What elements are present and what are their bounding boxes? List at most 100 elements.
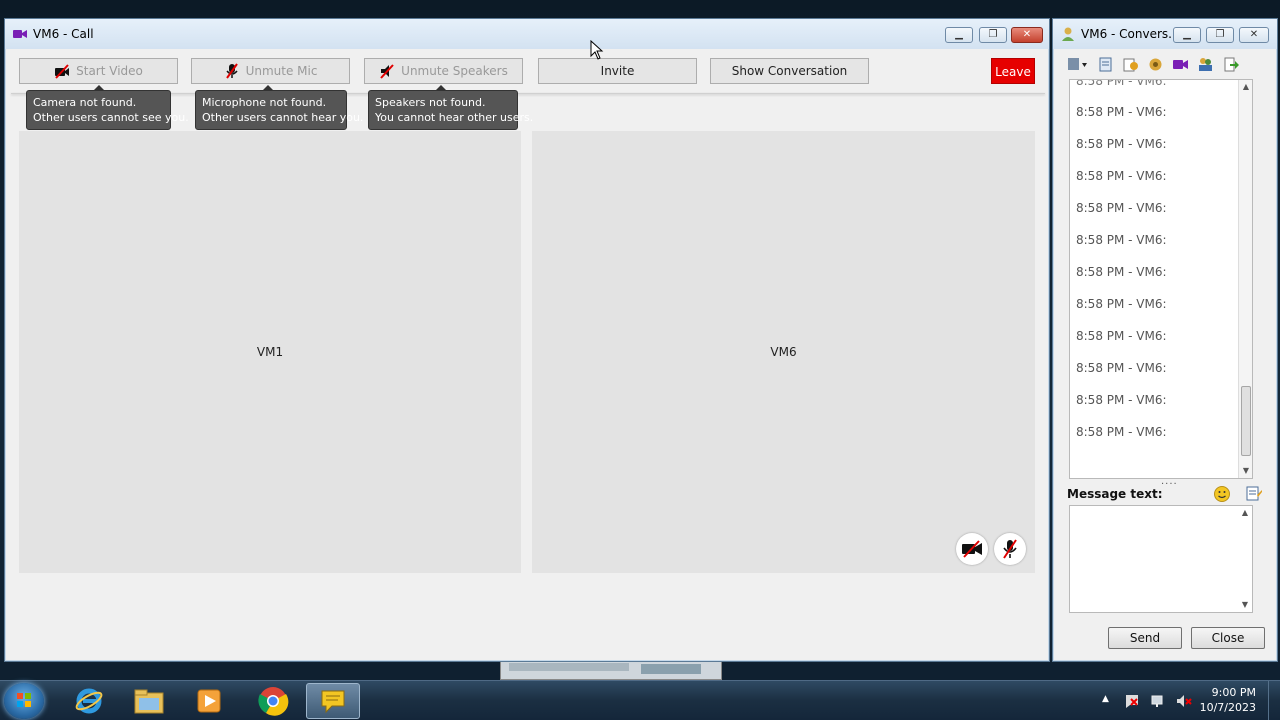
participant-pane-vm6[interactable]: VM6 [532,131,1035,573]
call-window-title: VM6 - Call [33,27,94,41]
speakers-not-found-tooltip: Speakers not found. You cannot hear othe… [368,85,534,130]
conversation-titlebar[interactable]: VM6 - Convers... ▁ ❐ ✕ [1053,19,1277,49]
background-window-controls [641,664,701,674]
close-button[interactable]: Close [1191,627,1265,649]
camera-off-icon [55,64,70,79]
tooltip-line: You cannot hear other users. [375,111,534,124]
clock-time: 9:00 PM [1211,686,1256,699]
history-row: 8:58 PM - VM6: [1076,361,1167,375]
action-center-icon[interactable] [1124,693,1140,709]
minimize-button[interactable]: ▁ [1173,27,1201,43]
add-users-icon[interactable] [1197,56,1214,73]
call-titlebar[interactable]: VM6 - Call ▁ ❐ ✕ [5,19,1049,49]
history-scrollbar[interactable]: ▲ ▼ [1238,80,1252,478]
scroll-up-arrow[interactable]: ▲ [1239,80,1252,94]
smiley-icon[interactable] [1213,485,1231,503]
history-row: 8:58 PM - VM6: [1076,169,1167,183]
camera-off-icon [962,540,982,558]
mic-off-indicator [994,533,1026,565]
scroll-up-arrow[interactable]: ▲ [1238,506,1252,520]
message-history[interactable]: 8:58 PM - VM6: 8:58 PM - VM6: 8:58 PM - … [1069,79,1253,479]
history-row: 8:58 PM - VM6: [1076,265,1167,279]
call-client-area: Start Video Unmute Mic Unmute Speakers I… [11,49,1045,657]
history-row: 8:58 PM - VM6: [1076,105,1167,119]
mic-off-icon [225,63,238,79]
participant-pane-vm1[interactable]: VM1 [19,131,521,573]
invite-button[interactable]: Invite [538,58,697,84]
participant-name: VM6 [770,345,797,359]
show-hidden-icons-arrow[interactable]: ▲ [1102,694,1118,710]
close-window-button[interactable]: ✕ [1011,27,1043,43]
system-tray: ▲ 9:00 PM 10/7/2023 [1080,681,1280,720]
video-call-icon[interactable] [1172,56,1189,73]
conversation-toolbar [1065,53,1239,75]
start-video-button[interactable]: Start Video [19,58,178,84]
clock-date: 10/7/2023 [1199,701,1256,714]
tooltip-line: Camera not found. [33,96,137,109]
start-video-label: Start Video [76,64,143,78]
speaker-off-icon [380,64,394,79]
chat-bubble-icon [321,690,345,714]
message-input[interactable]: ▲ ▼ [1069,505,1253,613]
background-window[interactable] [500,660,722,680]
scroll-down-arrow[interactable]: ▼ [1239,464,1252,478]
message-input-scrollbar[interactable]: ▲ ▼ [1238,506,1252,612]
history-row: 8:58 PM - VM6: [1076,297,1167,311]
exit-icon[interactable] [1222,56,1239,73]
show-conversation-button[interactable]: Show Conversation [710,58,869,84]
folder-icon [134,689,164,714]
history-row-partial: 8:58 PM - VM6: [1076,79,1167,88]
history-row: 8:58 PM - VM6: [1076,425,1167,439]
participant-name: VM1 [256,345,284,359]
unmute-speakers-button[interactable]: Unmute Speakers [364,58,523,84]
mouse-cursor-icon [590,40,604,60]
video-camera-icon [13,30,27,38]
mic-off-icon [1003,539,1017,559]
restore-button[interactable]: ❐ [1206,27,1234,43]
tooltip-line: Speakers not found. [375,96,486,109]
scroll-thumb[interactable] [1241,386,1251,456]
leave-button[interactable]: Leave [991,58,1035,84]
unmute-mic-label: Unmute Mic [245,64,318,78]
conversation-window: VM6 - Convers... ▁ ❐ ✕ 8:58 PM - VM6: 8:… [1052,18,1278,662]
splitter-grip[interactable]: ···· [1161,479,1178,490]
message-options-icon[interactable] [1245,485,1263,503]
video-off-indicator [956,533,988,565]
history-row: 8:58 PM - VM6: [1076,233,1167,247]
taskbar: ▲ 9:00 PM 10/7/2023 [0,680,1280,720]
network-icon[interactable] [1150,693,1166,709]
scroll-down-arrow[interactable]: ▼ [1238,598,1252,612]
restore-button[interactable]: ❐ [979,27,1007,43]
font-settings-icon[interactable] [1065,56,1089,73]
mic-not-found-tooltip: Microphone not found. Other users cannot… [195,85,364,130]
taskbar-media-player[interactable] [182,683,236,719]
background-window-titlebar [509,663,629,671]
show-desktop-button[interactable] [1268,681,1280,720]
history-row: 8:58 PM - VM6: [1076,201,1167,215]
chrome-icon [258,687,289,716]
unmute-mic-button[interactable]: Unmute Mic [191,58,350,84]
system-clock[interactable]: 9:00 PM 10/7/2023 [1186,685,1256,715]
internet-explorer-icon [75,688,103,714]
camera-not-found-tooltip: Camera not found. Other users cannot see… [26,85,189,130]
tooltip-line: Microphone not found. [202,96,327,109]
user-icon [1062,27,1074,41]
settings-gear-icon[interactable] [1147,56,1164,73]
taskbar-chrome[interactable] [246,683,300,719]
call-window: VM6 - Call ▁ ❐ ✕ Start Video Unmute Mic [4,18,1050,662]
tooltip-line: Other users cannot hear you. [202,111,364,124]
taskbar-file-explorer[interactable] [122,683,176,719]
taskbar-messenger[interactable] [306,683,360,719]
send-button[interactable]: Send [1108,627,1182,649]
history-icon[interactable] [1097,56,1114,73]
conversation-window-title: VM6 - Convers... [1081,27,1180,41]
message-text-label: Message text: [1067,487,1163,501]
send-file-icon[interactable] [1122,56,1139,73]
close-window-button[interactable]: ✕ [1239,27,1269,43]
start-button[interactable] [4,683,44,719]
history-row: 8:58 PM - VM6: [1076,329,1167,343]
history-row: 8:58 PM - VM6: [1076,137,1167,151]
taskbar-internet-explorer[interactable] [62,683,116,719]
windows-logo-icon [17,693,31,707]
minimize-button[interactable]: ▁ [945,27,973,43]
